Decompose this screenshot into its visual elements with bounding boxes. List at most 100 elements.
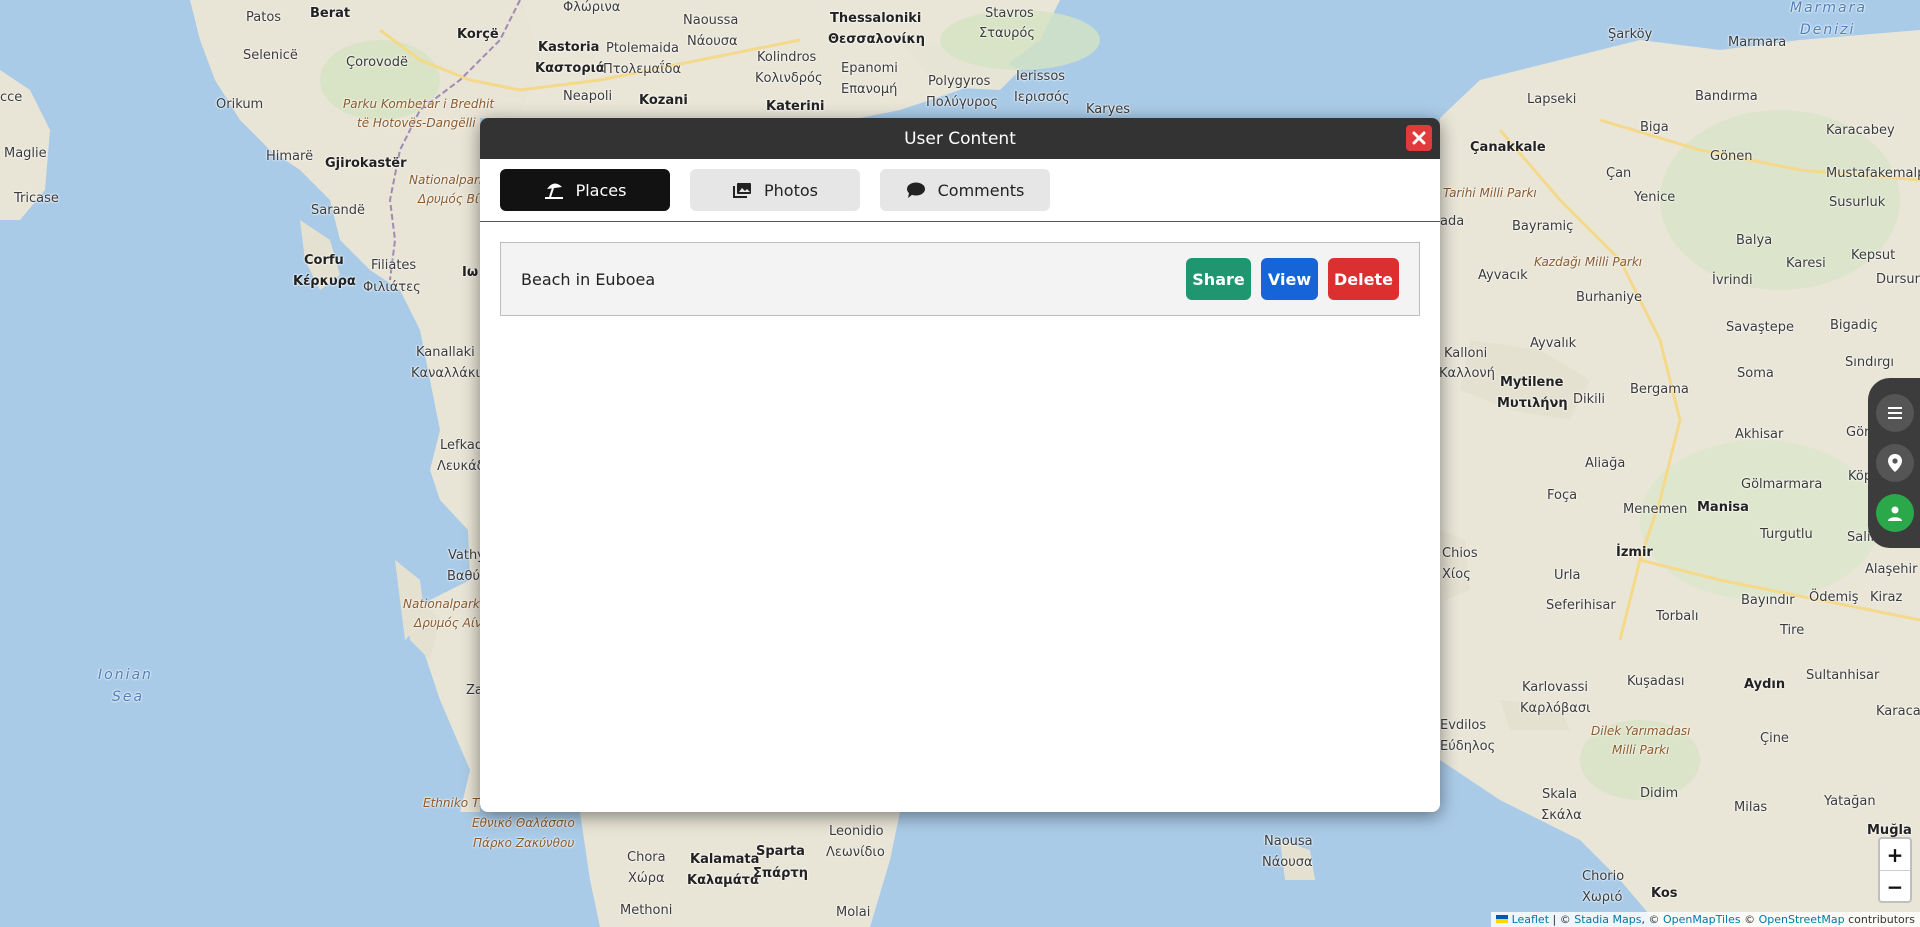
tab-label: Places [575,180,627,200]
map-label: Bigadiç [1830,318,1878,333]
map-label: Karesi [1786,256,1826,271]
leaflet-link[interactable]: Leaflet [1512,913,1549,926]
map-label: İvrindi [1712,273,1753,288]
map-label: Mytilene [1500,375,1564,390]
map-label: Ierissos [1016,69,1066,84]
map-label: Menemen [1623,502,1688,517]
map-label: Πολύγυρος [926,95,998,110]
ukraine-flag-icon [1496,915,1509,923]
map-label: Skala [1542,787,1578,802]
map-label: Çorovodë [346,55,408,70]
map-label: Kuşadası [1627,674,1685,689]
map-label: Muğla [1867,823,1912,838]
tab-places[interactable]: Places [500,169,670,211]
map-label: Νάουσα [687,34,738,49]
view-button[interactable]: View [1261,258,1318,300]
places-button[interactable] [1876,444,1914,482]
map-label: Σκάλα [1541,808,1582,823]
map-label: Karacabey [1826,123,1895,138]
map-label: Çan [1606,166,1632,181]
map-label: Λευκάδ [437,459,485,474]
stadia-link[interactable]: Stadia Maps [1574,913,1641,926]
map-label: Milas [1734,800,1768,815]
attribution-separator: | © [1549,913,1575,926]
map-label: Chora [627,850,666,865]
map-label: Kepsut [1851,248,1896,263]
map-label: Καναλλάκι [411,366,480,381]
map-label: Kolindros [757,50,817,65]
map-label: Kalloni [1444,346,1488,361]
map-marker-icon [1888,454,1902,472]
tab-bar: Places Photos Comments [480,159,1440,222]
modal-header: User Content [480,118,1440,159]
map-label: Ptolemaida [606,41,679,56]
map-label: Marmara [1728,35,1787,50]
map-label: Kos [1651,886,1678,901]
map-label: Parku Kombetar i Bredhit [343,97,495,111]
attribution-separator: , © [1641,913,1663,926]
map-label: Nationalpark [409,173,486,187]
map-label: Καλλονή [1439,366,1495,381]
map-label: Mustafakemalpaşa [1826,166,1920,181]
map-label: Λεωνίδιο [826,845,885,860]
map-label: Sarandë [311,203,366,218]
user-icon [1888,506,1902,521]
map-label: Karlovassi [1522,680,1588,695]
map-label: Δρυμός Βί [418,192,479,206]
tab-comments[interactable]: Comments [880,169,1050,211]
map-label: Burhaniye [1576,290,1643,305]
openmaptiles-link[interactable]: OpenMapTiles [1663,913,1741,926]
map-label: Patos [246,10,282,25]
map-label: Dilek Yarımadası [1591,724,1691,738]
map-label: Βαθύ [447,569,480,584]
map-label: Methoni [620,903,673,918]
map-label: Alaşehir [1865,562,1918,577]
map-label: Maglie [4,146,47,161]
map-label: Gölmarmara [1741,477,1823,492]
zoom-in-button[interactable]: + [1880,839,1910,871]
places-list: Beach in Euboea Share View Delete [480,222,1440,336]
map-label: Ionian [98,667,153,683]
map-label: Tire [1780,623,1805,638]
map-label: Επανομή [841,82,898,97]
tab-label: Photos [764,180,818,200]
menu-button[interactable] [1876,394,1914,432]
place-name: Beach in Euboea [521,269,656,289]
zoom-out-button[interactable]: − [1880,871,1910,902]
map-label: Yenice [1634,190,1676,205]
map-label: Φλώρινα [563,0,621,15]
map-label: Bayramiç [1512,219,1574,234]
map-label: Θεσσαλονίκη [828,32,926,47]
delete-button[interactable]: Delete [1328,258,1399,300]
map-label: İzmir [1616,545,1653,560]
map-label: Χώρα [628,871,665,886]
map-attribution: Leaflet | © Stadia Maps, © OpenMapTiles … [1491,912,1920,927]
user-button[interactable] [1876,494,1914,532]
map-label: Milli Parkı [1612,743,1670,757]
share-button[interactable]: Share [1186,258,1251,300]
map-label: Molai [836,905,871,920]
tab-photos[interactable]: Photos [690,169,860,211]
map-label: Epanomi [841,61,898,76]
map-label: Stavros [985,6,1034,21]
close-button[interactable] [1406,125,1432,151]
map-label: Bandırma [1695,89,1758,104]
map-label: Chios [1442,546,1478,561]
map-label: Polygyros [928,74,991,89]
map-label: Ayvacık [1478,268,1528,283]
map-label: Marmara [1790,0,1867,16]
map-label: Χίος [1442,567,1471,582]
map-label: Neapoli [563,89,613,104]
map-label: Berat [310,6,351,21]
map-label: Leonidio [829,824,884,839]
comment-icon [906,182,925,198]
menu-icon [1888,407,1902,419]
side-controls [1868,378,1920,548]
user-content-modal: User Content Places Photos Comments Beac… [480,118,1440,812]
map-label: Urla [1554,568,1581,583]
map-label: Kastoria [538,40,600,55]
map-label: Akhisar [1735,427,1784,442]
map-label: Orikum [216,97,264,112]
map-label: Naousa [1264,834,1313,849]
openstreetmap-link[interactable]: OpenStreetMap [1759,913,1845,926]
